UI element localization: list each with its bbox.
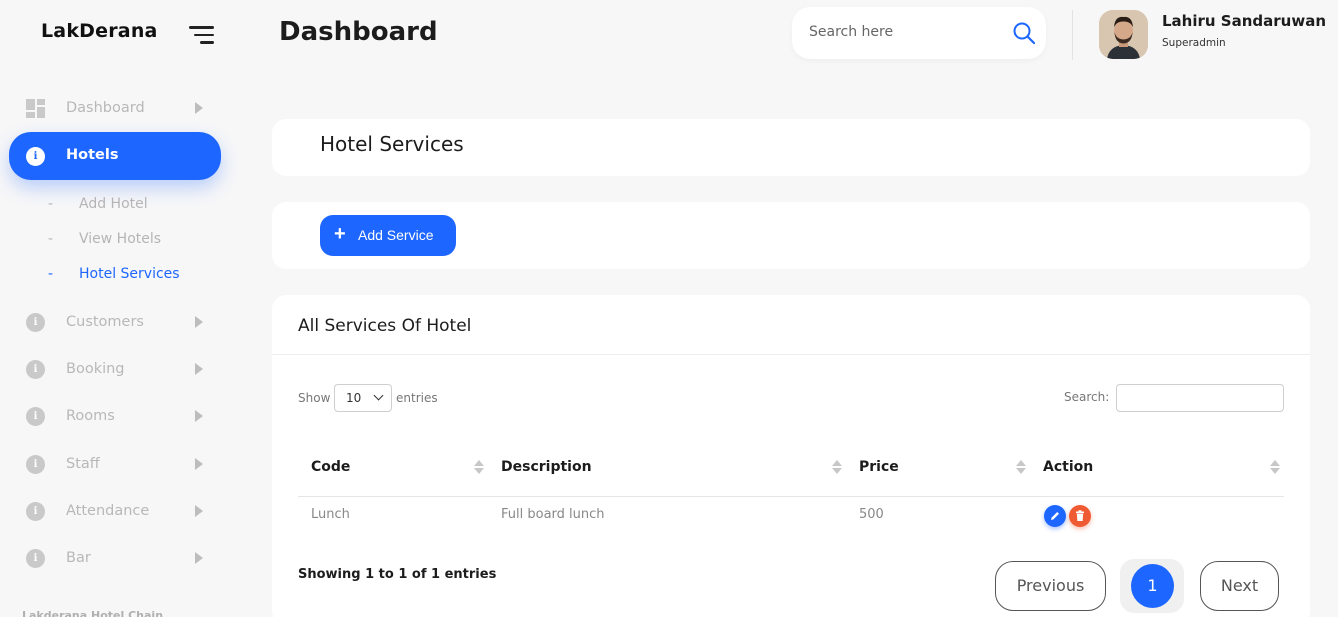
sort-icon[interactable] [832, 459, 842, 475]
entries-label: entries [396, 391, 438, 405]
sidebar-footer: Lakderana Hotel Chain [22, 609, 164, 617]
cell-code: Lunch [311, 507, 350, 522]
sidebar-subitem-add-hotel[interactable]: - Add Hotel [0, 194, 234, 218]
chevron-right-icon [195, 363, 203, 375]
sidebar-item-label: Rooms [66, 408, 115, 424]
sidebar-item-staff[interactable]: i Staff [0, 444, 234, 484]
column-header-price[interactable]: Price [859, 459, 899, 475]
header-search[interactable]: Search here [792, 7, 1046, 59]
chevron-right-icon [195, 552, 203, 564]
sidebar-item-customers[interactable]: i Customers [0, 302, 234, 342]
page-button-current[interactable]: 1 [1131, 564, 1174, 608]
sort-icon[interactable] [474, 459, 484, 475]
info-circle-icon: i [26, 359, 45, 379]
user-name[interactable]: Lahiru Sandaruwan [1162, 12, 1326, 30]
add-service-button[interactable]: + Add Service [320, 215, 456, 256]
sidebar-item-label: Attendance [66, 503, 150, 519]
info-circle-icon: i [26, 406, 45, 426]
section-title-card: Hotel Services [272, 119, 1310, 176]
brand-logo[interactable]: LakDerana [41, 20, 158, 42]
show-label: Show [298, 391, 331, 405]
table-title: All Services Of Hotel [298, 316, 472, 336]
sidebar-subitem-label: View Hotels [79, 231, 162, 247]
info-circle-icon: i [26, 454, 45, 474]
sort-icon[interactable] [1016, 459, 1026, 475]
table-header-divider [298, 496, 1284, 497]
trash-icon [1076, 510, 1084, 521]
cell-price: 500 [859, 507, 884, 522]
sidebar-item-label: Booking [66, 361, 125, 377]
info-circle-icon: i [26, 548, 45, 568]
table-search-label: Search: [1064, 390, 1110, 404]
column-header-code[interactable]: Code [311, 459, 350, 475]
sidebar-item-label: Staff [66, 456, 100, 472]
info-circle-icon: i [26, 501, 45, 521]
cell-description: Full board lunch [501, 507, 605, 522]
divider [272, 354, 1310, 355]
menu-toggle-icon[interactable] [189, 26, 214, 44]
services-table-card: All Services Of Hotel Show 10 entries Se… [272, 295, 1310, 617]
previous-button[interactable]: Previous [995, 561, 1106, 611]
chevron-right-icon [195, 316, 203, 328]
pagination-info: Showing 1 to 1 of 1 entries [298, 567, 497, 582]
sidebar-subitem-label: Hotel Services [79, 266, 180, 282]
sidebar-subitem-label: Add Hotel [79, 196, 148, 212]
next-button[interactable]: Next [1200, 561, 1279, 611]
search-input[interactable]: Search here [809, 24, 893, 40]
delete-button[interactable] [1069, 505, 1091, 527]
avatar[interactable] [1099, 10, 1148, 59]
dash-marker: - [48, 196, 54, 212]
page-title: Dashboard [279, 17, 438, 47]
sidebar-item-hotels[interactable]: i Hotels [9, 132, 221, 180]
sidebar-subitem-hotel-services[interactable]: - Hotel Services [0, 264, 234, 288]
sidebar: LakDerana Dashboard i Hotels - Add Hotel… [0, 0, 234, 617]
sidebar-item-booking[interactable]: i Booking [0, 349, 234, 389]
sidebar-item-label: Bar [66, 550, 91, 566]
column-header-description[interactable]: Description [501, 459, 592, 475]
sort-icon[interactable] [1270, 459, 1280, 475]
sidebar-item-label: Dashboard [66, 100, 145, 116]
chevron-right-icon [195, 458, 203, 470]
section-title: Hotel Services [320, 132, 464, 156]
edit-button[interactable] [1044, 505, 1066, 527]
user-photo [1099, 10, 1148, 59]
entries-select[interactable]: 10 [334, 384, 392, 412]
sidebar-item-attendance[interactable]: i Attendance [0, 491, 234, 531]
chevron-right-icon [195, 410, 203, 422]
plus-icon: + [334, 223, 346, 245]
sidebar-item-bar[interactable]: i Bar [0, 538, 234, 578]
grid-icon [26, 98, 45, 118]
sidebar-item-label: Customers [66, 314, 144, 330]
sidebar-item-label: Hotels [66, 147, 119, 163]
sidebar-subitem-view-hotels[interactable]: - View Hotels [0, 229, 234, 253]
chevron-right-icon [195, 505, 203, 517]
entries-value: 10 [346, 391, 362, 405]
actions-card: + Add Service [272, 202, 1310, 269]
info-circle-icon: i [26, 146, 45, 166]
header-divider [1072, 10, 1073, 60]
user-role: Superadmin [1162, 37, 1226, 49]
info-circle-icon: i [26, 312, 45, 332]
sidebar-item-dashboard[interactable]: Dashboard [0, 88, 234, 128]
dash-marker: - [48, 266, 54, 282]
sidebar-item-rooms[interactable]: i Rooms [0, 396, 234, 436]
chevron-right-icon [195, 102, 203, 114]
dash-marker: - [48, 231, 54, 247]
table-search-input[interactable] [1116, 384, 1284, 412]
search-icon[interactable] [1012, 21, 1036, 45]
column-header-action[interactable]: Action [1043, 459, 1093, 475]
add-service-label: Add Service [358, 227, 434, 243]
page-button-wrapper: 1 [1120, 559, 1184, 613]
chevron-down-icon [373, 390, 384, 401]
pencil-icon [1051, 512, 1059, 520]
